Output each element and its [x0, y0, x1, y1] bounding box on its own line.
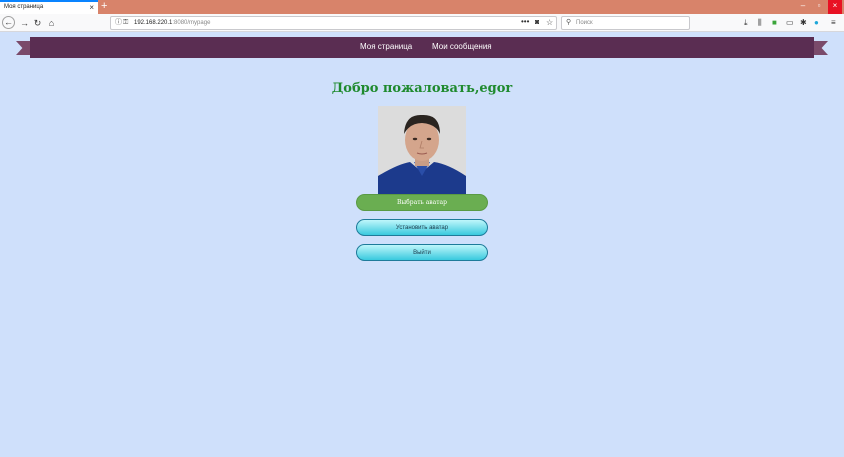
menu-ribbon — [30, 37, 814, 58]
sidebar-icon[interactable]: ▭ — [786, 17, 794, 29]
home-icon[interactable]: ⌂ — [45, 17, 58, 30]
search-icon: ⚲ — [566, 19, 572, 26]
tab-title: Моя страница — [4, 4, 44, 10]
search-input[interactable]: Поиск — [576, 17, 593, 29]
vpn-icon[interactable]: ● — [814, 17, 819, 29]
bookmark-star-icon[interactable]: ☆ — [546, 17, 553, 29]
page-actions-icon[interactable]: ••• — [521, 16, 529, 28]
addon-icon[interactable]: ✱ — [800, 17, 807, 29]
avatar-photo — [378, 106, 466, 194]
welcome-heading: Добро пожаловать,egor — [331, 81, 513, 96]
logout-button[interactable]: Выйти — [356, 244, 488, 261]
set-avatar-button[interactable]: Установить аватар — [356, 219, 488, 236]
search-bar[interactable]: ⚲ Поиск — [561, 16, 690, 30]
back-icon[interactable]: ← — [2, 16, 15, 29]
download-icon[interactable]: ⤓ — [744, 17, 748, 29]
avatar-portrait-image — [378, 106, 466, 194]
ribbon-right-end — [812, 41, 828, 55]
new-tab-button[interactable]: + — [101, 0, 107, 13]
menu-link-my-page[interactable]: Моя страница — [360, 42, 412, 51]
reload-icon[interactable]: ↻ — [31, 17, 44, 30]
menu-link-my-messages[interactable]: Мои сообщения — [432, 42, 492, 51]
tab-close-icon[interactable]: × — [89, 3, 94, 12]
title-bar: Моя страница × + – ▫ × — [0, 0, 844, 14]
extension-icon[interactable]: ■ — [772, 17, 777, 29]
forward-icon[interactable]: → — [18, 17, 31, 30]
info-icon[interactable]: ⓘ — [115, 17, 122, 29]
key-icon: ⚿ — [123, 19, 129, 26]
url-bar[interactable]: ⓘ ⚿ 192.168.220.1:8080/mypage ••• ◙ ☆ — [110, 16, 557, 30]
url-host: 192.168.220.1 — [134, 20, 173, 26]
close-window-button[interactable]: × — [828, 0, 842, 14]
choose-avatar-button[interactable]: Выбрать аватар — [356, 194, 488, 211]
tab-my-page[interactable]: Моя страница × — [0, 0, 98, 14]
maximize-button[interactable]: ▫ — [812, 0, 826, 14]
url-path: :8080/mypage — [172, 20, 211, 26]
url-text[interactable]: 192.168.220.1:8080/mypage — [134, 17, 210, 29]
library-icon[interactable]: ⫼ — [758, 17, 762, 29]
pocket-icon[interactable]: ◙ — [535, 17, 539, 29]
menu-icon[interactable]: ≡ — [831, 17, 836, 29]
navigation-toolbar: ← → ↻ ⌂ ⓘ ⚿ 192.168.220.1:8080/mypage ••… — [0, 14, 844, 32]
minimize-button[interactable]: – — [796, 0, 810, 14]
